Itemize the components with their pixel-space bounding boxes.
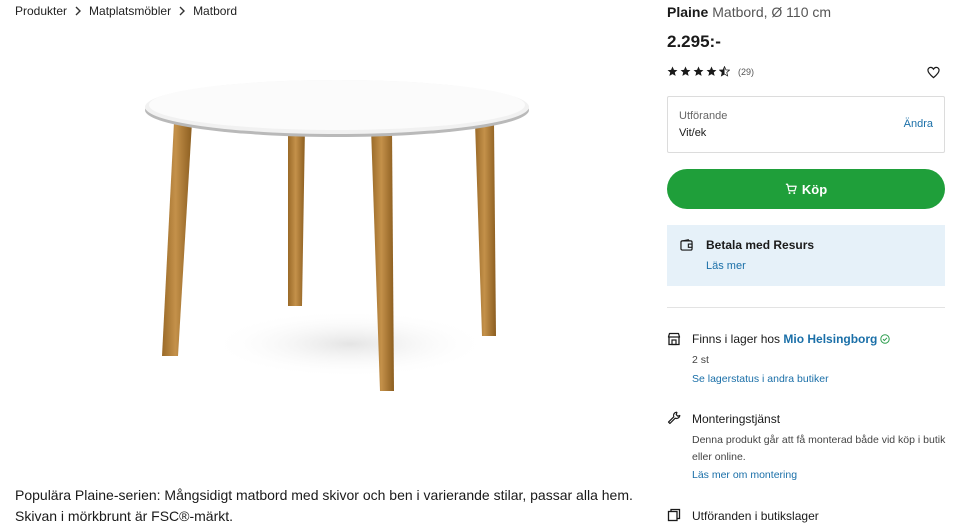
star-icon [706, 66, 717, 76]
product-title: Plaine Matbord, Ø 110 cm [667, 4, 831, 20]
stock-status-link[interactable]: Se lagerstatus i andra butiker [692, 373, 829, 385]
variant-value: Vit/ek [679, 127, 707, 139]
stock-prefix: Finns i lager hos [692, 332, 781, 346]
chevron-right-icon [171, 4, 193, 18]
wallet-icon [680, 239, 693, 251]
breadcrumb-item-matplatsmobler[interactable]: Matplatsmöbler [89, 4, 171, 18]
rating-count: (29) [738, 66, 755, 77]
product-price: 2.295:- [667, 32, 721, 51]
buy-button-label: Köp [801, 181, 828, 197]
payment-info-box: Betala med Resurs Läs mer [667, 225, 945, 286]
heart-icon[interactable] [927, 66, 940, 79]
buy-button[interactable]: Köp [667, 169, 945, 209]
star-icon [667, 66, 678, 76]
assembly-title: Monteringstjänst [692, 412, 781, 426]
payment-title: Betala med Resurs [706, 238, 815, 252]
cart-icon [785, 183, 797, 195]
divider [667, 307, 945, 308]
breadcrumb-item-matbord[interactable]: Matbord [193, 4, 237, 18]
copy-icon [667, 508, 681, 522]
star-half-icon [719, 66, 730, 77]
variant-selector[interactable]: Utförande Vit/ek Ändra [667, 96, 945, 153]
check-circle-icon [880, 334, 891, 344]
variant-label: Utförande [679, 110, 728, 122]
store-icon [667, 332, 681, 346]
star-icon [693, 66, 704, 76]
assembly-read-more-link[interactable]: Läs mer om montering [692, 469, 797, 481]
star-icon [680, 66, 691, 76]
payment-read-more-link[interactable]: Läs mer [706, 260, 746, 272]
store-link[interactable]: Mio Helsingborg [783, 332, 877, 346]
wrench-icon [667, 411, 681, 425]
chevron-right-icon [67, 4, 89, 18]
change-variant-link[interactable]: Ändra [904, 118, 933, 130]
breadcrumb-item-produkter[interactable]: Produkter [15, 4, 67, 18]
product-image[interactable] [130, 66, 550, 406]
assembly-text: Denna produkt går att få monterad både v… [692, 434, 946, 463]
product-brand: Plaine [667, 4, 709, 20]
stock-title: Finns i lager hos Mio Helsingborg [692, 332, 891, 346]
showroom-title: Utföranden i butikslager [692, 509, 819, 523]
stock-quantity: 2 st [692, 354, 709, 366]
breadcrumb: Produkter Matplatsmöbler Matbord [15, 4, 237, 18]
product-rating[interactable]: (29) [667, 66, 754, 77]
product-subtitle: Matbord, Ø 110 cm [712, 4, 832, 20]
product-description: Populära Plaine-serien: Mångsidigt matbo… [15, 487, 633, 524]
